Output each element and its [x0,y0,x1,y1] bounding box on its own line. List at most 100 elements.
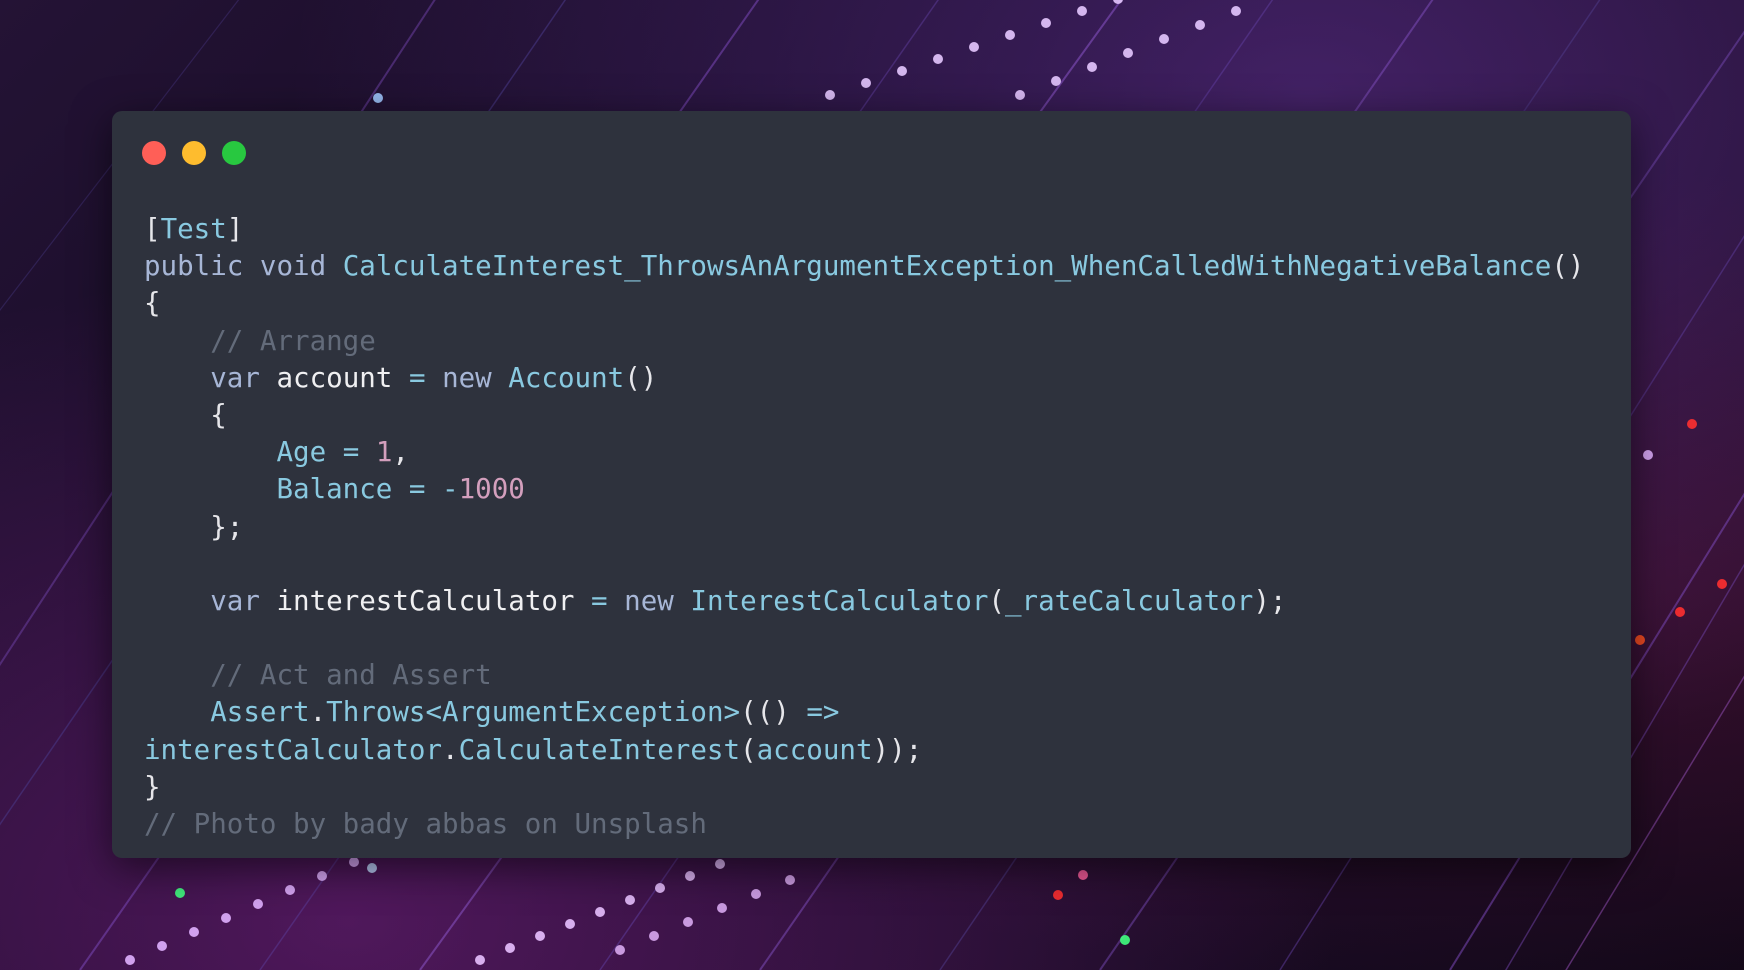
code-token: interestCalculator [144,733,443,766]
led-dot [1687,419,1697,429]
code-token: Account [508,361,625,394]
code-token: Test [160,213,227,245]
led-dot [1195,20,1205,30]
code-token: } [144,770,161,803]
code-token: )); [872,733,923,766]
code-token: InterestCalculator [690,584,989,617]
led-dot [1041,18,1051,28]
code-token: Throws [326,696,426,729]
code-line: var account = new Account() [144,360,1584,397]
code-token: . [442,733,459,766]
led-dot [1717,579,1727,589]
code-token: // Photo by bady abbas on Unsplash [144,808,707,840]
code-token: Age [276,436,327,469]
led-dot [1015,90,1025,100]
code-token: // Arrange [210,324,376,357]
led-dot [1113,0,1123,4]
code-token: new [624,584,674,617]
led-dot [349,857,359,867]
code-token: [ [144,213,161,245]
led-dot [1643,450,1653,460]
code-token: var [210,361,260,394]
code-line: // Act and Assert [144,657,1584,694]
code-line: }; [144,509,1584,546]
code-token: = [591,584,608,617]
code-token: () [1551,250,1585,283]
close-button[interactable] [142,141,166,165]
code-line: public void CalculateInterest_ThrowsAnAr… [144,248,1584,285]
code-token: public [144,250,244,283]
code-line: Balance = -1000 [144,471,1584,508]
code-line: } [144,769,1584,806]
led-dot [717,903,727,913]
code-token: ); [1253,584,1287,617]
led-dot [625,895,635,905]
led-dot [715,859,725,869]
code-token: var [210,584,260,617]
led-dot [505,943,515,953]
led-dot [125,955,135,965]
minimize-button[interactable] [182,141,206,165]
code-line: interestCalculator.CalculateInterest(acc… [144,732,1584,769]
maximize-button[interactable] [222,141,246,165]
code-token: 1000 [458,473,525,506]
code-token: // Act and Assert [210,659,492,692]
code-token: new [442,361,492,394]
led-dot [189,927,199,937]
led-dot [969,42,979,52]
code-token: Assert [210,696,310,729]
code-token: account [276,361,393,394]
led-dot [1675,607,1685,617]
led-dot [253,899,263,909]
led-dot [1078,870,1088,880]
code-line: var interestCalculator = new InterestCal… [144,583,1584,620]
led-dot [933,54,943,64]
code-line: // Photo by bady abbas on Unsplash [144,806,1584,843]
led-dot [1120,935,1130,945]
code-token: - [442,473,459,506]
code-token: . [309,696,327,729]
code-token: ] [226,213,244,245]
code-token: ( [740,733,757,766]
led-dot [615,945,625,955]
led-dot [1231,6,1241,16]
code-token: { [144,398,227,431]
led-dot [751,889,761,899]
code-token: }; [144,510,244,543]
led-dot [649,931,659,941]
led-dot [1159,34,1169,44]
led-dot [1087,62,1097,72]
code-token: 1 [375,436,393,469]
led-dot [1077,6,1087,16]
code-token: interestCalculator [276,584,575,617]
led-dot [1635,635,1645,645]
code-token: _rateCalculator [1004,584,1254,617]
code-token: account [756,733,873,766]
code-line: { [144,397,1584,434]
led-dot [1005,30,1015,40]
led-dot [655,883,665,893]
code-line: { [144,285,1584,322]
code-token: = [408,361,426,394]
code-line: Age = 1, [144,434,1584,471]
led-dot [565,919,575,929]
code-token: { [144,287,161,320]
